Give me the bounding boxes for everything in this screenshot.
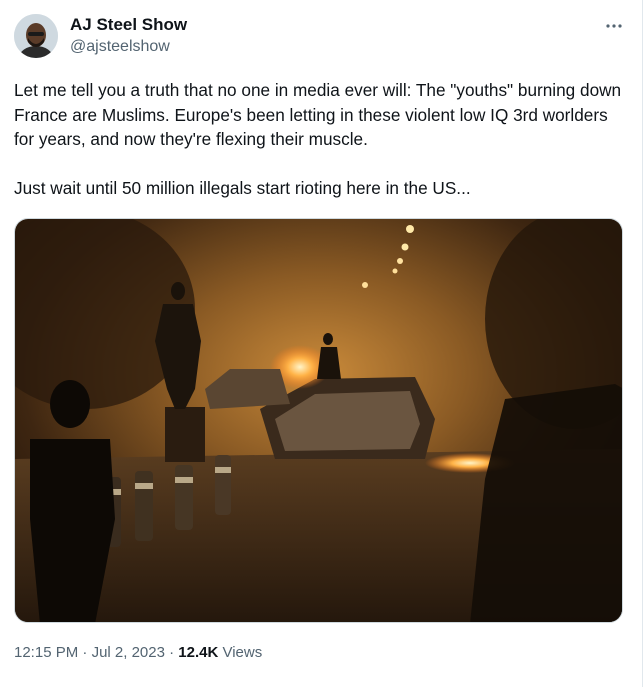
views-label: Views <box>218 644 263 661</box>
tweet-paragraph: Just wait until 50 million illegals star… <box>14 178 471 199</box>
author-display-name[interactable]: AJ Steel Show <box>70 14 187 36</box>
author-names: AJ Steel Show @ajsteelshow <box>70 14 187 58</box>
views-count[interactable]: 12.4K <box>178 644 218 661</box>
tweet-card: AJ Steel Show @ajsteelshow Let me tell y… <box>0 0 643 687</box>
avatar[interactable] <box>14 14 58 58</box>
more-horizontal-icon[interactable] <box>600 12 628 40</box>
tweet-time[interactable]: 12:15 PM <box>14 644 78 661</box>
tweet-header: AJ Steel Show @ajsteelshow <box>14 12 628 60</box>
author-handle[interactable]: @ajsteelshow <box>70 36 187 58</box>
tweet-date[interactable]: Jul 2, 2023 <box>92 644 165 661</box>
tweet-paragraph: Let me tell you a truth that no one in m… <box>14 80 622 150</box>
tweet-photo[interactable] <box>14 218 623 623</box>
tweet-text: Let me tell you a truth that no one in m… <box>14 78 628 201</box>
meta-separator: · <box>78 644 92 661</box>
meta-separator: · <box>164 644 179 661</box>
riot-scene-photo <box>15 219 622 622</box>
tweet-meta: 12:15 PM · Jul 2, 2023 · 12.4K Views <box>14 643 262 663</box>
avatar-image <box>14 14 58 58</box>
